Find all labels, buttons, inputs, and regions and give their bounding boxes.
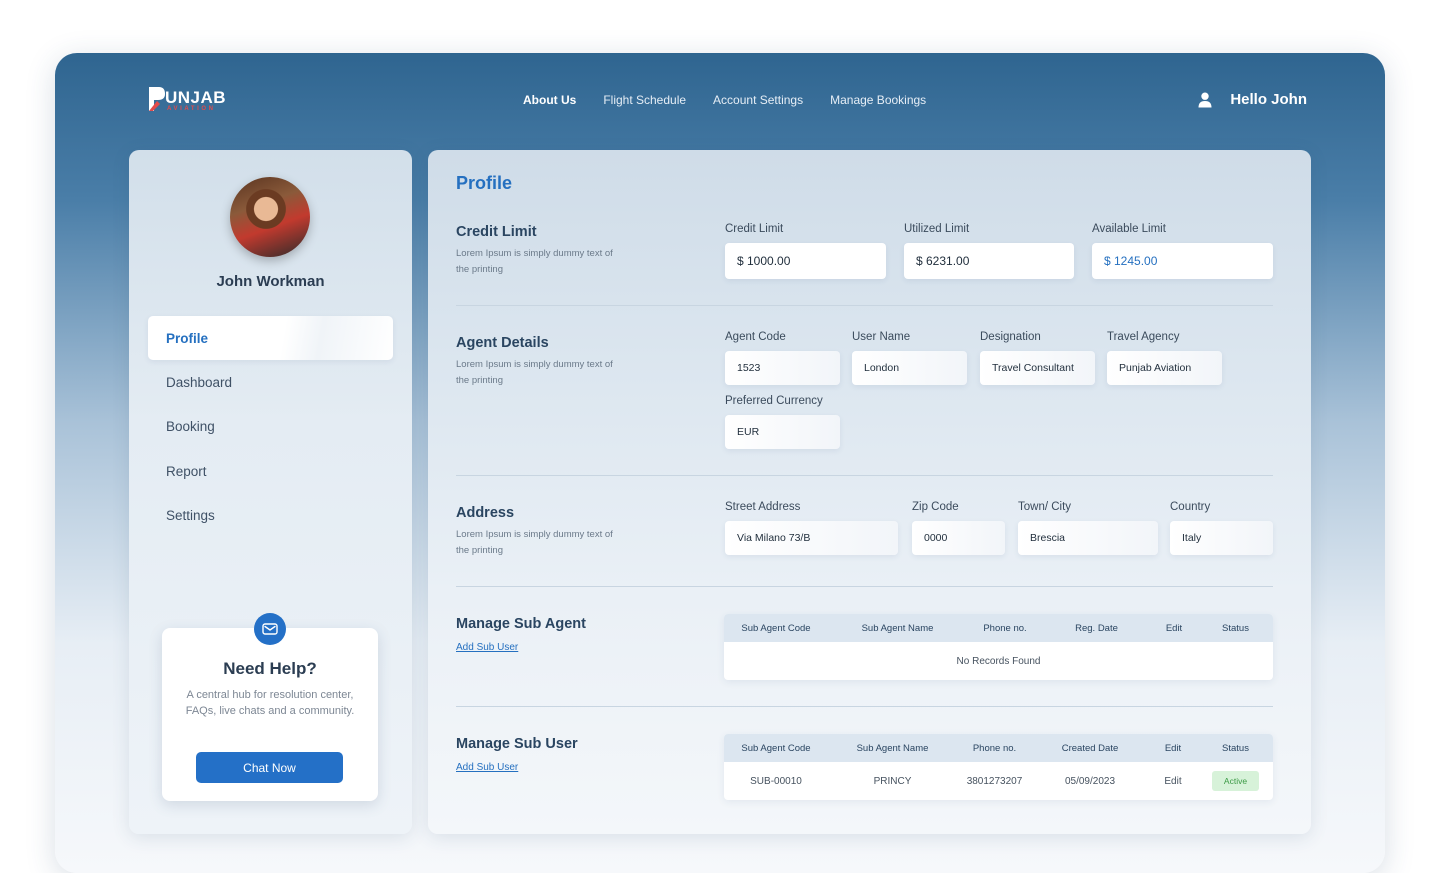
table-row[interactable]: SUB-00010 PRINCY 3801273207 05/09/2023 E…: [724, 762, 1273, 800]
column-header[interactable]: Sub Agent Name: [828, 743, 957, 754]
profile-name: John Workman: [216, 273, 325, 290]
help-card: Need Help? A central hub for resolution …: [162, 613, 378, 801]
town-city-label: Town/ City: [1018, 501, 1072, 513]
sidebar-item-report[interactable]: Report: [148, 449, 393, 493]
town-city-field[interactable]: Brescia: [1018, 521, 1158, 555]
address-section-desc: Lorem Ipsum is simply dummy text of the …: [456, 529, 613, 556]
sub-user-phone: 3801273207: [966, 775, 1023, 787]
table-header: Sub Agent Code Sub Agent Name Phone no. …: [724, 734, 1273, 762]
brand-logo[interactable]: UNJAB AVIATION: [147, 85, 247, 115]
sub-user-code: SUB-00010: [750, 775, 802, 787]
sub-user-created-date: 05/09/2023: [1064, 775, 1116, 787]
user-greeting: Hello John: [1230, 91, 1307, 108]
credit-limit-label: Credit Limit: [725, 223, 784, 235]
column-header[interactable]: Status: [1198, 623, 1273, 634]
agent-section-desc: Lorem Ipsum is simply dummy text of the …: [456, 359, 613, 386]
user-icon: [1198, 92, 1212, 107]
table-header: Sub Agent Code Sub Agent Name Phone no. …: [724, 614, 1273, 642]
column-header[interactable]: Sub Agent Name: [828, 623, 967, 634]
column-header[interactable]: Edit: [1150, 623, 1198, 634]
utilized-limit-label: Utilized Limit: [904, 223, 970, 235]
sub-user-section-title: Manage Sub User: [456, 736, 578, 752]
preferred-currency-field[interactable]: EUR: [725, 415, 840, 449]
designation-label: Designation: [980, 331, 1041, 343]
column-header[interactable]: Edit: [1148, 743, 1198, 754]
column-header[interactable]: Reg. Date: [1043, 623, 1150, 634]
address-section-title: Address: [456, 505, 515, 521]
travel-agency-label: Travel Agency: [1107, 331, 1180, 343]
help-title: Need Help?: [223, 659, 317, 678]
column-header[interactable]: Created Date: [1032, 743, 1148, 754]
nav-manage-bookings[interactable]: Manage Bookings: [830, 93, 926, 107]
agent-code-label: Agent Code: [725, 331, 786, 343]
divider: [456, 586, 1273, 587]
divider: [456, 706, 1273, 707]
street-address-label: Street Address: [725, 501, 801, 513]
sub-user-name: PRINCY: [873, 775, 912, 787]
app-window: UNJAB AVIATION About Us Flight Schedule …: [55, 53, 1385, 873]
sidebar-item-settings[interactable]: Settings: [148, 493, 393, 537]
street-address-field[interactable]: Via Milano 73/B: [725, 521, 898, 555]
nav-account-settings[interactable]: Account Settings: [713, 93, 803, 107]
sidebar-item-profile[interactable]: Profile: [148, 316, 393, 361]
help-text: A central hub for resolution center, FAQ…: [185, 689, 355, 717]
agent-code-field[interactable]: 1523: [725, 351, 840, 385]
zip-code-label: Zip Code: [912, 501, 959, 513]
column-header[interactable]: Phone no.: [957, 743, 1032, 754]
column-header[interactable]: Sub Agent Code: [724, 623, 828, 634]
user-name-label: User Name: [852, 331, 911, 343]
divider: [456, 475, 1273, 476]
user-name-field[interactable]: London: [852, 351, 967, 385]
column-header[interactable]: Phone no.: [967, 623, 1043, 634]
divider: [456, 305, 1273, 306]
nav-about-us[interactable]: About Us: [523, 93, 576, 107]
credit-section-desc: Lorem Ipsum is simply dummy text of the …: [456, 248, 613, 275]
avatar: [230, 177, 310, 257]
sidebar-item-dashboard[interactable]: Dashboard: [148, 360, 393, 404]
top-nav: About Us Flight Schedule Account Setting…: [523, 93, 926, 107]
add-sub-user-link[interactable]: Add Sub User: [456, 762, 518, 773]
sidebar-menu: Profile Dashboard Booking Report Setting…: [148, 316, 393, 537]
edit-link[interactable]: Edit: [1148, 776, 1198, 787]
designation-field[interactable]: Travel Consultant: [980, 351, 1095, 385]
credit-limit-field[interactable]: $ 1000.00: [725, 243, 886, 279]
status-cell: Active: [1198, 771, 1273, 791]
brand-name: UNJAB: [165, 88, 227, 107]
empty-state: No Records Found: [956, 655, 1041, 667]
page-title: Profile: [456, 173, 513, 193]
mail-icon: [254, 613, 286, 645]
brand-tagline: AVIATION: [167, 106, 216, 112]
chat-now-button[interactable]: Chat Now: [196, 752, 343, 783]
sidebar: John Workman Profile Dashboard Booking R…: [129, 150, 412, 834]
available-limit-label: Available Limit: [1092, 223, 1166, 235]
preferred-currency-label: Preferred Currency: [725, 395, 823, 407]
sub-agent-table: Sub Agent Code Sub Agent Name Phone no. …: [724, 614, 1273, 680]
credit-section-title: Credit Limit: [456, 224, 537, 240]
profile-panel: Profile Credit Limit Lorem Ipsum is simp…: [428, 150, 1311, 834]
available-limit-field[interactable]: $ 1245.00: [1092, 243, 1273, 279]
sidebar-item-booking[interactable]: Booking: [148, 405, 393, 449]
zip-code-field[interactable]: 0000: [912, 521, 1005, 555]
sub-agent-section-title: Manage Sub Agent: [456, 616, 586, 632]
country-field[interactable]: Italy: [1170, 521, 1273, 555]
agent-section-title: Agent Details: [456, 335, 549, 351]
utilized-limit-field[interactable]: $ 6231.00: [904, 243, 1074, 279]
column-header[interactable]: Status: [1198, 743, 1273, 754]
logo-mark-icon: [149, 87, 165, 111]
travel-agency-field[interactable]: Punjab Aviation: [1107, 351, 1222, 385]
column-header[interactable]: Sub Agent Code: [724, 743, 828, 754]
user-menu[interactable]: Hello John: [1198, 91, 1307, 108]
sub-user-table: Sub Agent Code Sub Agent Name Phone no. …: [724, 734, 1273, 800]
nav-flight-schedule[interactable]: Flight Schedule: [603, 93, 686, 107]
country-label: Country: [1170, 501, 1211, 513]
add-sub-agent-link[interactable]: Add Sub User: [456, 642, 518, 653]
status-badge: Active: [1211, 771, 1260, 791]
